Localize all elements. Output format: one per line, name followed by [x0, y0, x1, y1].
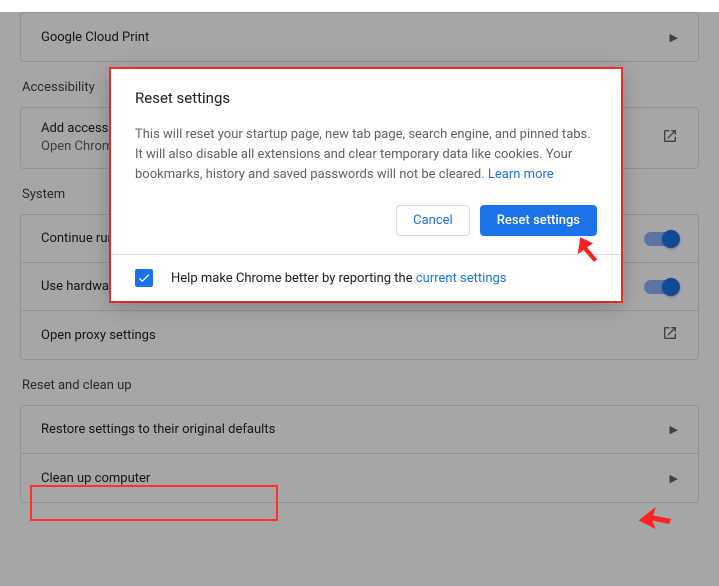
annotation-arrow-icon	[576, 233, 610, 267]
reset-settings-dialog: Reset settings This will reset your star…	[111, 69, 621, 301]
cancel-button[interactable]: Cancel	[396, 205, 470, 236]
help-report-text: Help make Chrome better by reporting the…	[171, 271, 507, 286]
annotation-highlight-dialog: Reset settings This will reset your star…	[109, 67, 623, 303]
dialog-footer: Help make Chrome better by reporting the…	[111, 254, 621, 301]
dialog-body: This will reset your startup page, new t…	[135, 125, 597, 185]
help-report-checkbox[interactable]	[135, 269, 153, 287]
current-settings-link[interactable]: current settings	[416, 271, 507, 286]
learn-more-link[interactable]: Learn more	[488, 167, 554, 182]
dialog-title: Reset settings	[135, 89, 597, 107]
reset-settings-button[interactable]: Reset settings	[480, 205, 597, 236]
annotation-arrow-icon	[637, 504, 671, 532]
help-report-prefix: Help make Chrome better by reporting the	[171, 271, 416, 286]
